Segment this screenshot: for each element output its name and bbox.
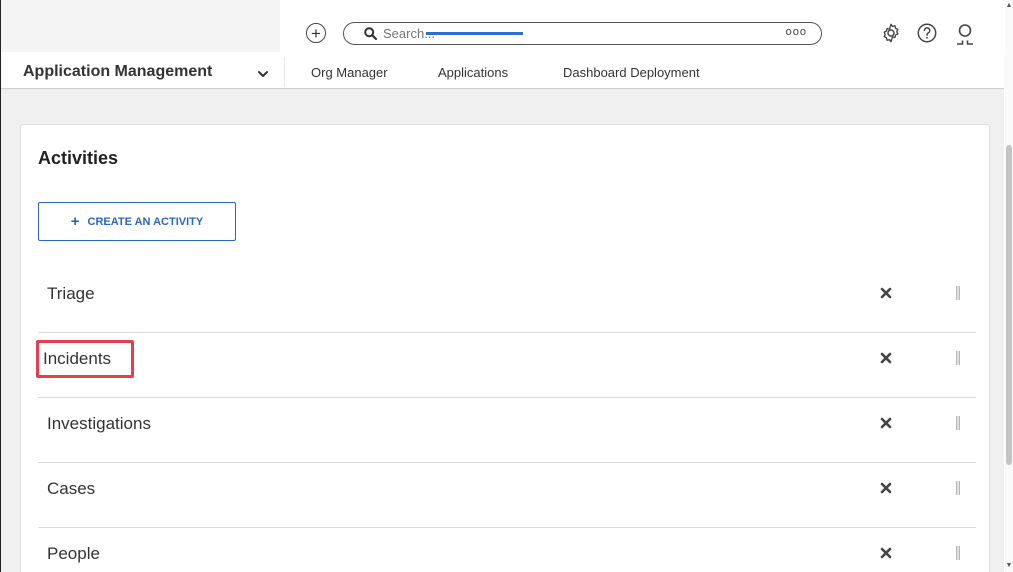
search-bar[interactable]: ooo bbox=[343, 22, 822, 45]
nav-bar: Application Management Org Manager Appli… bbox=[1, 53, 1004, 89]
add-icon[interactable]: + bbox=[306, 23, 326, 43]
tab-org-manager[interactable]: Org Manager bbox=[311, 65, 388, 80]
drag-handle-icon[interactable] bbox=[956, 546, 960, 560]
active-tab-indicator bbox=[426, 32, 523, 35]
search-icon bbox=[364, 27, 377, 40]
scroll-up-icon[interactable]: ▲ bbox=[1005, 2, 1013, 10]
activity-row-incidents[interactable]: Incidents bbox=[38, 333, 976, 398]
delete-icon[interactable] bbox=[880, 482, 892, 494]
activity-label: Investigations bbox=[47, 414, 151, 433]
tab-dashboard-deployment[interactable]: Dashboard Deployment bbox=[563, 65, 700, 80]
activity-label: People bbox=[47, 544, 100, 563]
drag-handle-icon[interactable] bbox=[956, 286, 960, 300]
chevron-down-icon[interactable] bbox=[257, 68, 269, 80]
drag-handle-icon[interactable] bbox=[956, 351, 960, 365]
delete-icon[interactable] bbox=[880, 287, 892, 299]
delete-icon[interactable] bbox=[880, 352, 892, 364]
drag-handle-icon[interactable] bbox=[956, 416, 960, 430]
help-icon[interactable] bbox=[916, 22, 940, 46]
activity-label: Triage bbox=[47, 284, 95, 303]
highlight-box bbox=[36, 340, 134, 378]
activity-row-people[interactable]: People bbox=[38, 528, 976, 572]
plus-icon: + bbox=[70, 213, 80, 230]
scrollbar-thumb[interactable] bbox=[1006, 145, 1012, 465]
delete-icon[interactable] bbox=[880, 547, 892, 559]
create-activity-label: CREATE AN ACTIVITY bbox=[87, 215, 204, 228]
delete-icon[interactable] bbox=[880, 417, 892, 429]
settings-icon[interactable] bbox=[880, 22, 904, 46]
search-more-options[interactable]: ooo bbox=[786, 26, 807, 38]
activity-row-triage[interactable]: Triage bbox=[38, 268, 976, 333]
activity-row-cases[interactable]: Cases bbox=[38, 463, 976, 528]
nav-divider bbox=[284, 57, 285, 87]
drag-handle-icon[interactable] bbox=[956, 481, 960, 495]
activity-label: Cases bbox=[47, 479, 96, 498]
page-title: Activities bbox=[38, 148, 119, 168]
tab-applications[interactable]: Applications bbox=[438, 65, 508, 80]
scroll-down-icon[interactable]: ▼ bbox=[1005, 562, 1013, 570]
top-bar-left-panel bbox=[1, 0, 280, 52]
activity-row-investigations[interactable]: Investigations bbox=[38, 398, 976, 463]
app-selector[interactable]: Application Management bbox=[23, 63, 212, 81]
create-activity-button[interactable]: + CREATE AN ACTIVITY bbox=[38, 202, 236, 241]
user-icon[interactable] bbox=[953, 22, 977, 46]
